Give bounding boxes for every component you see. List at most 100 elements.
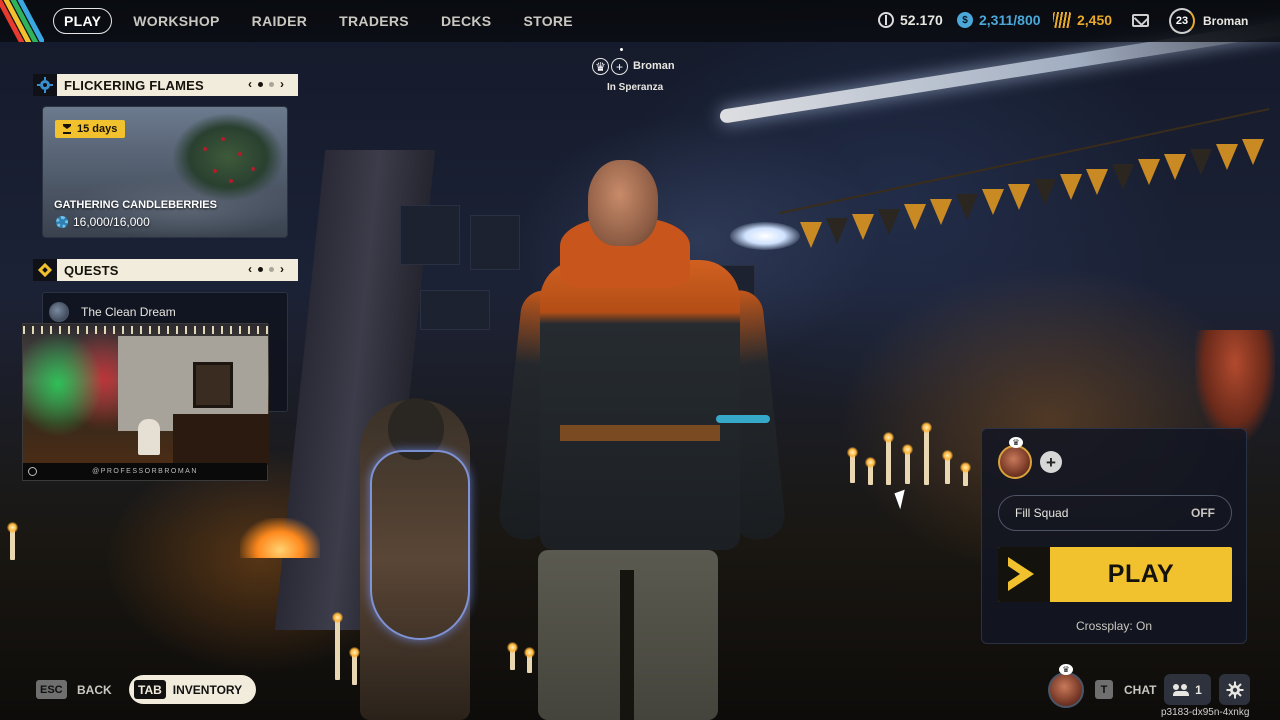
webcam-picture-frame: [193, 362, 233, 408]
pager-dot: [269, 266, 274, 272]
candle: [883, 432, 894, 485]
party-leader-name: Broman: [633, 60, 675, 72]
hourglass-icon: [63, 124, 71, 134]
bunting-flag: [826, 218, 848, 244]
crown-icon: ♛: [1059, 664, 1073, 675]
character-belt: [560, 425, 720, 441]
event-panel-header: FLICKERING FLAMES ‹ ›: [33, 74, 298, 96]
chevron-right-icon[interactable]: ›: [280, 262, 284, 276]
play-button[interactable]: PLAY: [998, 547, 1232, 602]
settings-button[interactable]: [1219, 674, 1250, 705]
friends-icon: [1173, 683, 1191, 696]
friends-button[interactable]: 1: [1164, 674, 1211, 705]
berry: [221, 137, 225, 141]
streamer-webcam-overlay: @PROFESSORBROMAN: [22, 323, 269, 481]
pager-dot: [269, 81, 274, 87]
party-location: In Speranza: [607, 82, 664, 93]
esc-key-hint[interactable]: ESC: [36, 680, 67, 699]
main-nav: PLAY WORKSHOP RAIDER TRADERS DECKS STORE: [53, 8, 594, 34]
quest-giver-avatar: [49, 302, 69, 322]
neon-light-loop: [370, 450, 470, 640]
event-card[interactable]: 15 days GATHERING CANDLEBERRIES 16,000/1…: [42, 106, 288, 238]
brand-stripes-logo: [0, 0, 44, 42]
hanging-cloth: [420, 290, 490, 330]
player-level-badge[interactable]: 23: [1169, 8, 1195, 34]
tab-key-hint: TAB: [134, 680, 166, 699]
bunting-flag: [852, 214, 874, 240]
nav-tab-store[interactable]: STORE: [512, 8, 583, 34]
nav-tab-raider[interactable]: RAIDER: [241, 8, 318, 34]
chevron-left-icon[interactable]: ‹: [248, 262, 252, 276]
candle: [332, 612, 343, 680]
chevron-right-icon[interactable]: ›: [280, 77, 284, 91]
coins-currency: 52.170: [878, 12, 943, 28]
quest-name: The Clean Dream: [81, 305, 176, 319]
bunting-flag: [1164, 154, 1186, 180]
back-label[interactable]: BACK: [77, 683, 112, 697]
player-name[interactable]: Broman: [1203, 14, 1248, 28]
squad-leader-avatar[interactable]: [998, 445, 1032, 479]
berry: [213, 169, 217, 173]
background-npc: [1195, 330, 1275, 440]
candle: [942, 450, 953, 484]
bunting-flag: [878, 209, 900, 235]
fill-squad-label: Fill Squad: [1015, 506, 1069, 520]
add-squad-member-button[interactable]: +: [1040, 451, 1062, 473]
gold-bars-icon: [1053, 12, 1071, 28]
event-panel-title: FLICKERING FLAMES: [64, 77, 204, 93]
bunting-flag: [1242, 139, 1264, 165]
bunting-flag: [982, 189, 1004, 215]
webcam-handle: @PROFESSORBROMAN: [92, 468, 198, 475]
hanging-cloth: [400, 205, 460, 265]
pager-dot: [258, 266, 263, 272]
character-armband: [716, 415, 770, 423]
mail-icon[interactable]: [1132, 14, 1149, 27]
bunting-flag: [1138, 159, 1160, 185]
raider-character: [497, 150, 790, 720]
fire-brazier: [240, 518, 320, 558]
crown-icon: ♛: [592, 58, 609, 75]
friends-count: 1: [1195, 682, 1202, 697]
nav-tab-decks[interactable]: DECKS: [430, 8, 503, 34]
candle: [349, 647, 360, 685]
webcam-caption-bar: @PROFESSORBROMAN: [23, 463, 267, 480]
chat-key-hint[interactable]: T: [1095, 680, 1113, 699]
berry: [203, 147, 207, 151]
event-timer: 15 days: [55, 120, 126, 138]
bunting-flag: [1112, 164, 1134, 190]
chevron-left-icon[interactable]: ‹: [248, 77, 252, 91]
fill-squad-toggle[interactable]: Fill Squad OFF: [998, 495, 1232, 531]
top-navigation-bar: PLAY WORKSHOP RAIDER TRADERS DECKS STORE…: [0, 0, 1280, 42]
candle: [902, 444, 913, 484]
candle: [960, 462, 971, 486]
bunting-flag: [800, 222, 822, 248]
inventory-button[interactable]: TAB INVENTORY: [129, 675, 256, 704]
character-leg-gap: [620, 570, 634, 720]
player-avatar[interactable]: [1048, 672, 1084, 708]
event-progress-text: 16,000/16,000: [73, 215, 150, 229]
nav-tab-workshop[interactable]: WORKSHOP: [122, 8, 230, 34]
gear-icon: [1226, 681, 1243, 698]
candle: [7, 522, 18, 560]
event-name: GATHERING CANDLEBERRIES: [54, 199, 217, 211]
gear-icon: [33, 74, 57, 96]
blueprint-icon: $: [957, 12, 973, 28]
gold-currency: 2,450: [1053, 12, 1112, 28]
blueprint-currency: $ 2,311/800: [957, 12, 1041, 28]
bunting-flag: [1216, 144, 1238, 170]
coins-amount: 52.170: [900, 12, 943, 28]
character-head: [588, 160, 658, 246]
event-timer-text: 15 days: [77, 123, 118, 135]
quests-panel-header: QUESTS ‹ ›: [33, 259, 298, 281]
invite-plus-icon[interactable]: +: [611, 58, 628, 75]
webcam-desk: [173, 414, 269, 465]
quests-pager: ‹ ›: [248, 262, 284, 276]
bunting-flag: [904, 204, 926, 230]
nav-tab-traders[interactable]: TRADERS: [328, 8, 420, 34]
record-dot-icon: [28, 467, 37, 476]
play-button-label: PLAY: [1107, 560, 1175, 588]
candle: [921, 422, 932, 485]
event-pager: ‹ ›: [248, 77, 284, 91]
nav-tab-play[interactable]: PLAY: [53, 8, 113, 34]
chat-label[interactable]: CHAT: [1124, 683, 1156, 697]
